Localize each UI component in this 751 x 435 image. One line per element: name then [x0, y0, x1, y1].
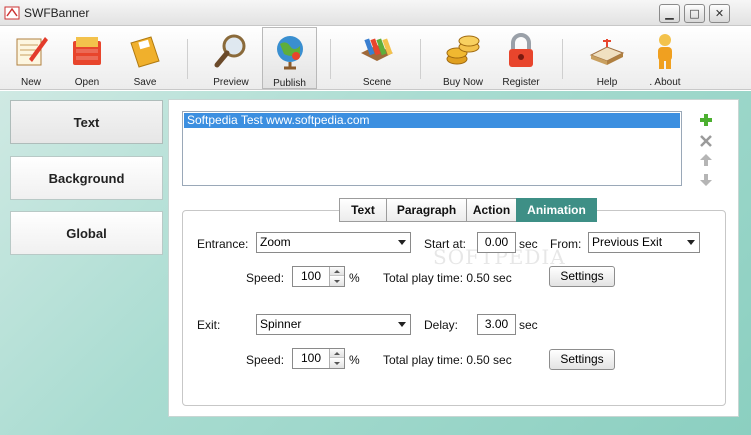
entrance-settings-button[interactable]: Settings [549, 266, 615, 287]
maximize-button[interactable]: □ [684, 4, 705, 23]
entrance-speed-value: 100 [300, 269, 322, 283]
scene-label: Scene [362, 77, 392, 88]
help-button[interactable]: Help [580, 27, 634, 89]
save-disk-icon [130, 36, 160, 68]
chevron-down-icon [687, 240, 695, 245]
preview-label: Preview [213, 77, 249, 88]
add-icon[interactable] [698, 112, 714, 128]
exit-speed-stepper[interactable]: 100 [292, 348, 345, 369]
tab-text[interactable]: Text [339, 198, 386, 222]
main-area: Text Background Global Softpedia Test ww… [0, 91, 751, 435]
about-label: . About [649, 77, 681, 88]
new-label: New [20, 77, 41, 88]
stepper-up-icon[interactable] [330, 267, 344, 276]
register-button[interactable]: Register [494, 27, 548, 89]
minimize-icon: ▁ [665, 7, 674, 20]
entrance-label: Entrance: [197, 237, 249, 251]
app-icon [4, 6, 20, 20]
sidebar-item-background[interactable]: Background [10, 156, 163, 200]
move-down-icon[interactable] [698, 172, 714, 188]
entrance-total-time: Total play time: 0.50 sec [383, 271, 512, 285]
tab-paragraph[interactable]: Paragraph [386, 198, 466, 222]
close-button[interactable]: ✕ [709, 4, 730, 23]
open-button[interactable]: Open [61, 27, 113, 89]
stepper-down-icon[interactable] [330, 359, 344, 368]
padlock-icon [509, 33, 533, 67]
new-button[interactable]: New [5, 27, 57, 89]
delay-label: Delay: [424, 318, 459, 332]
move-up-icon[interactable] [698, 152, 714, 168]
scene-button[interactable]: Scene [350, 27, 404, 89]
register-label: Register [502, 77, 540, 88]
save-label: Save [133, 77, 157, 88]
minimize-button[interactable]: ▁ [659, 4, 680, 23]
toolbar-separator [187, 39, 188, 79]
stepper-down-icon[interactable] [330, 277, 344, 286]
start-at-input[interactable]: 0.00 [477, 232, 516, 253]
start-at-unit: sec [519, 237, 538, 251]
save-button[interactable]: Save [119, 27, 171, 89]
publish-button[interactable]: Publish [262, 27, 317, 89]
coins-icon [446, 35, 480, 65]
from-value: Previous Exit [592, 235, 663, 249]
globe-icon [276, 36, 303, 70]
tab-animation[interactable]: Animation [516, 198, 597, 222]
buy-now-label: Buy Now [442, 77, 483, 88]
open-label: Open [74, 77, 100, 88]
entrance-percent: % [349, 271, 360, 285]
stepper-buttons [329, 349, 344, 368]
buy-now-button[interactable]: Buy Now [436, 27, 490, 89]
book-icon [589, 39, 625, 65]
list-item[interactable]: Softpedia Test www.softpedia.com [184, 113, 680, 128]
animation-panel: SOFTPEDIA Entrance: Zoom Start at: 0.00 … [182, 210, 726, 406]
stepper-up-icon[interactable] [330, 349, 344, 358]
preview-button[interactable]: Preview [205, 27, 257, 89]
exit-total-time: Total play time: 0.50 sec [383, 353, 512, 367]
window-title: SWFBanner [24, 6, 90, 20]
new-document-icon [16, 37, 48, 66]
entrance-speed-label: Speed: [246, 271, 285, 285]
entrance-select[interactable]: Zoom [256, 232, 411, 253]
delete-icon[interactable] [698, 133, 714, 149]
exit-select[interactable]: Spinner [256, 314, 411, 335]
exit-settings-button[interactable]: Settings [549, 349, 615, 370]
toolbar: New Open Save Preview Publish Scene Buy … [0, 27, 751, 90]
sidebar-item-text[interactable]: Text [10, 100, 163, 144]
maximize-icon: □ [689, 7, 700, 20]
about-button[interactable]: . About [638, 27, 692, 89]
delay-input[interactable]: 3.00 [477, 314, 516, 335]
title-bar: SWFBanner ▁ □ ✕ [0, 0, 751, 26]
stepper-buttons [329, 267, 344, 286]
from-select[interactable]: Previous Exit [588, 232, 700, 253]
chevron-down-icon [398, 240, 406, 245]
help-label: Help [596, 77, 618, 88]
close-icon: ✕ [714, 7, 725, 20]
exit-percent: % [349, 353, 360, 367]
open-folder-icon [73, 37, 101, 65]
toolbar-separator [562, 39, 563, 79]
toolbar-separator [420, 39, 421, 79]
magnifier-icon [214, 34, 246, 68]
exit-speed-label: Speed: [246, 353, 285, 367]
publish-label: Publish [273, 78, 306, 89]
exit-value: Spinner [260, 317, 302, 331]
text-list[interactable]: Softpedia Test www.softpedia.com [182, 111, 682, 186]
exit-speed-value: 100 [300, 351, 322, 365]
exit-label: Exit: [197, 318, 221, 332]
sidebar-item-global[interactable]: Global [10, 211, 163, 255]
delay-unit: sec [519, 318, 538, 332]
content-panel: Softpedia Test www.softpedia.com SOFTPED… [168, 99, 739, 417]
tab-action[interactable]: Action [466, 198, 516, 222]
scene-stack-icon [361, 38, 393, 61]
from-label: From: [550, 237, 582, 251]
tab-bar: Text Paragraph Action Animation [339, 198, 597, 222]
start-at-label: Start at: [424, 237, 467, 251]
chevron-down-icon [398, 322, 406, 327]
entrance-speed-stepper[interactable]: 100 [292, 266, 345, 287]
person-icon [658, 34, 672, 69]
toolbar-separator [330, 39, 331, 79]
entrance-value: Zoom [260, 235, 291, 249]
